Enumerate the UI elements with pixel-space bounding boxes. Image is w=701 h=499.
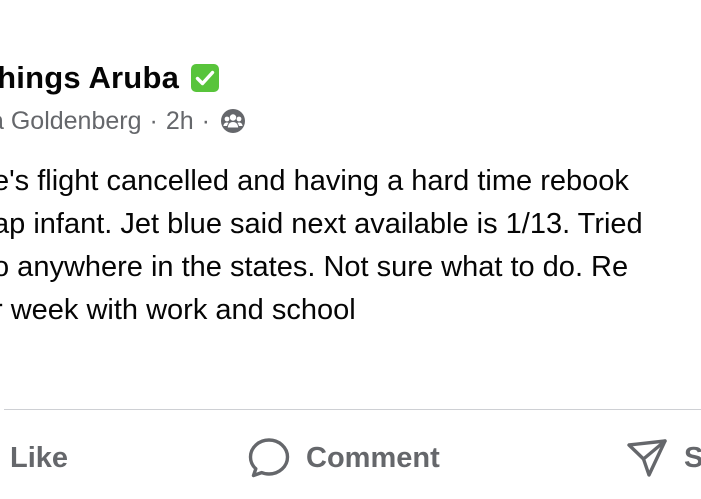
share-button[interactable]: S [624,420,701,496]
like-button-label: Like [10,441,69,474]
check-square-icon [191,64,220,92]
post-text-line: o anywhere in the states. Not sure what … [0,251,629,283]
post-meta: a Goldenberg · 2h · [0,102,246,140]
share-icon [624,435,670,481]
post-text-line: r week with work and school [0,294,356,326]
comment-button[interactable]: Comment [246,420,440,496]
actions-divider [4,409,701,410]
comment-button-label: Comment [306,441,440,474]
author-name-link[interactable]: a Goldenberg [0,107,142,136]
group-name-link[interactable]: Things Aruba [0,60,179,96]
comment-icon [246,435,292,481]
post-timestamp-link[interactable]: 2h [166,107,194,136]
like-button[interactable]: Like [10,420,68,496]
post-card: Things Aruba a Goldenberg · 2h · e's fli… [0,0,701,499]
meta-separator: · [149,106,158,135]
post-header-title: Things Aruba [0,56,220,100]
post-text-line: e's flight cancelled and having a hard t… [0,165,629,197]
group-audience-icon[interactable] [220,108,246,134]
post-text-line: ap infant. Jet blue said next available … [0,208,643,240]
share-button-label: S [684,441,701,474]
post-text: e's flight cancelled and having a hard t… [0,160,701,332]
meta-separator: · [201,106,210,135]
post-action-bar: Like Comment S [0,420,701,496]
